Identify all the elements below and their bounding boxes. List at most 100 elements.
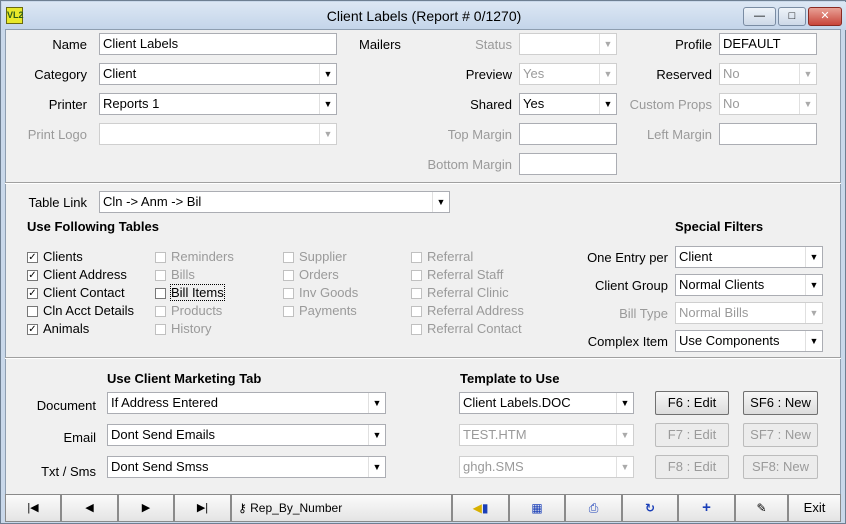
- checkbox-icon[interactable]: [155, 306, 166, 317]
- minimize-button[interactable]: —: [743, 7, 776, 26]
- next-icon: ▶: [141, 502, 151, 514]
- printer-select[interactable]: Reports 1 ▼: [99, 93, 337, 115]
- left-margin-input[interactable]: [719, 123, 817, 145]
- preview-value: Yes: [523, 66, 545, 81]
- maximize-button[interactable]: □: [778, 7, 806, 26]
- checkbox-icon[interactable]: [411, 324, 422, 335]
- checkbox-icon[interactable]: [155, 288, 166, 299]
- chevron-down-icon[interactable]: ▼: [599, 94, 616, 114]
- previous-record-button[interactable]: ◀: [61, 494, 118, 522]
- chevron-down-icon[interactable]: ▼: [432, 192, 449, 212]
- checkbox-icon[interactable]: [155, 252, 166, 263]
- sf6-new-button[interactable]: SF6 : New: [743, 391, 818, 415]
- f6-edit-button[interactable]: F6 : Edit: [655, 391, 729, 415]
- table-checkbox-label: Payments: [299, 303, 357, 318]
- chevron-down-icon[interactable]: ▼: [599, 34, 616, 54]
- chevron-down-icon[interactable]: ▼: [799, 64, 816, 84]
- checkmark-icon[interactable]: ✓: [27, 288, 38, 299]
- chevron-down-icon[interactable]: ▼: [616, 457, 633, 477]
- client-group-select[interactable]: Normal Clients ▼: [675, 274, 823, 296]
- checkbox-icon[interactable]: [283, 288, 294, 299]
- chevron-down-icon[interactable]: ▼: [319, 64, 336, 84]
- chevron-down-icon[interactable]: ▼: [368, 425, 385, 445]
- top-margin-input[interactable]: [519, 123, 617, 145]
- f8-edit-button[interactable]: F8 : Edit: [655, 455, 729, 479]
- checkbox-icon[interactable]: [411, 252, 422, 263]
- special-filters-heading: Special Filters: [675, 219, 764, 234]
- email-template-select[interactable]: TEST.HTM ▼: [459, 424, 634, 446]
- table-checkbox-label: Referral Contact: [427, 321, 522, 336]
- table-link-select[interactable]: Cln -> Anm -> Bil ▼: [99, 191, 450, 213]
- add-button[interactable]: +: [678, 494, 735, 522]
- shared-label: Shared: [470, 97, 512, 112]
- chevron-down-icon[interactable]: ▼: [319, 124, 336, 144]
- sf7-new-button[interactable]: SF7 : New: [743, 423, 818, 447]
- complex-item-value: Use Components: [679, 333, 780, 348]
- checkbox-icon[interactable]: [155, 324, 166, 335]
- checkmark-icon[interactable]: ✓: [27, 324, 38, 335]
- chevron-down-icon[interactable]: ▼: [805, 275, 822, 295]
- window-title: Client Labels (Report # 0/1270): [326, 8, 522, 24]
- bill-type-select[interactable]: Normal Bills ▼: [675, 302, 823, 324]
- edit-button[interactable]: ✎: [735, 494, 788, 522]
- sort-order-field[interactable]: ⚷ Rep_By_Number: [231, 494, 452, 522]
- chevron-down-icon[interactable]: ▼: [616, 425, 633, 445]
- list-view-button[interactable]: ▦: [509, 494, 565, 522]
- profile-input[interactable]: DEFAULT: [719, 33, 817, 55]
- next-record-button[interactable]: ▶: [118, 494, 174, 522]
- chevron-down-icon[interactable]: ▼: [805, 303, 822, 323]
- checkbox-icon[interactable]: [411, 288, 422, 299]
- status-select[interactable]: ▼: [519, 33, 617, 55]
- checkbox-icon[interactable]: [283, 270, 294, 281]
- chevron-down-icon[interactable]: ▼: [805, 331, 822, 351]
- last-record-icon: ▶|: [196, 502, 209, 514]
- sf8-new-button[interactable]: SF8: New: [743, 455, 818, 479]
- chevron-down-icon[interactable]: ▼: [616, 393, 633, 413]
- checkbox-icon[interactable]: [411, 306, 422, 317]
- name-input[interactable]: Client Labels: [99, 33, 337, 55]
- refresh-button[interactable]: ↻: [622, 494, 678, 522]
- checkbox-icon[interactable]: [283, 306, 294, 317]
- print-logo-select[interactable]: ▼: [99, 123, 337, 145]
- close-button[interactable]: ✕: [808, 7, 842, 26]
- document-template-select[interactable]: Client Labels.DOC ▼: [459, 392, 634, 414]
- custom-props-value: No: [723, 96, 740, 111]
- chevron-down-icon[interactable]: ▼: [805, 247, 822, 267]
- checkbox-icon[interactable]: [283, 252, 294, 263]
- custom-props-select[interactable]: No ▼: [719, 93, 817, 115]
- reserved-value: No: [723, 66, 740, 81]
- one-entry-select[interactable]: Client ▼: [675, 246, 823, 268]
- checkbox-icon[interactable]: [411, 270, 422, 281]
- email-select[interactable]: Dont Send Emails ▼: [107, 424, 386, 446]
- last-record-button[interactable]: ▶|: [174, 494, 231, 522]
- find-button[interactable]: ◀▮: [452, 494, 509, 522]
- chevron-down-icon[interactable]: ▼: [368, 457, 385, 477]
- category-select[interactable]: Client ▼: [99, 63, 337, 85]
- first-record-button[interactable]: |◀: [5, 494, 61, 522]
- bottom-margin-input[interactable]: [519, 153, 617, 175]
- table-checkbox-label: Referral: [427, 249, 474, 264]
- checkbox-icon[interactable]: [155, 270, 166, 281]
- preview-select[interactable]: Yes ▼: [519, 63, 617, 85]
- divider: [5, 182, 841, 184]
- document-select[interactable]: If Address Entered ▼: [107, 392, 386, 414]
- chevron-down-icon[interactable]: ▼: [319, 94, 336, 114]
- sms-select[interactable]: Dont Send Smss ▼: [107, 456, 386, 478]
- chevron-down-icon[interactable]: ▼: [599, 64, 616, 84]
- exit-button[interactable]: Exit: [788, 494, 841, 522]
- print-button[interactable]: ⎙: [565, 494, 622, 522]
- chevron-down-icon[interactable]: ▼: [799, 94, 816, 114]
- table-checkbox-label: Bill Items: [170, 284, 225, 301]
- title-bar[interactable]: VL2 Client Labels (Report # 0/1270) — □ …: [2, 2, 846, 30]
- chevron-down-icon[interactable]: ▼: [368, 393, 385, 413]
- profile-label: Profile: [675, 37, 712, 52]
- checkmark-icon[interactable]: ✓: [27, 252, 38, 263]
- reserved-select[interactable]: No ▼: [719, 63, 817, 85]
- f7-edit-button[interactable]: F7 : Edit: [655, 423, 729, 447]
- checkbox-icon[interactable]: [27, 306, 38, 317]
- complex-item-select[interactable]: Use Components ▼: [675, 330, 823, 352]
- sms-template-select[interactable]: ghgh.SMS ▼: [459, 456, 634, 478]
- shared-select[interactable]: Yes ▼: [519, 93, 617, 115]
- checkmark-icon[interactable]: ✓: [27, 270, 38, 281]
- one-entry-value: Client: [679, 249, 713, 264]
